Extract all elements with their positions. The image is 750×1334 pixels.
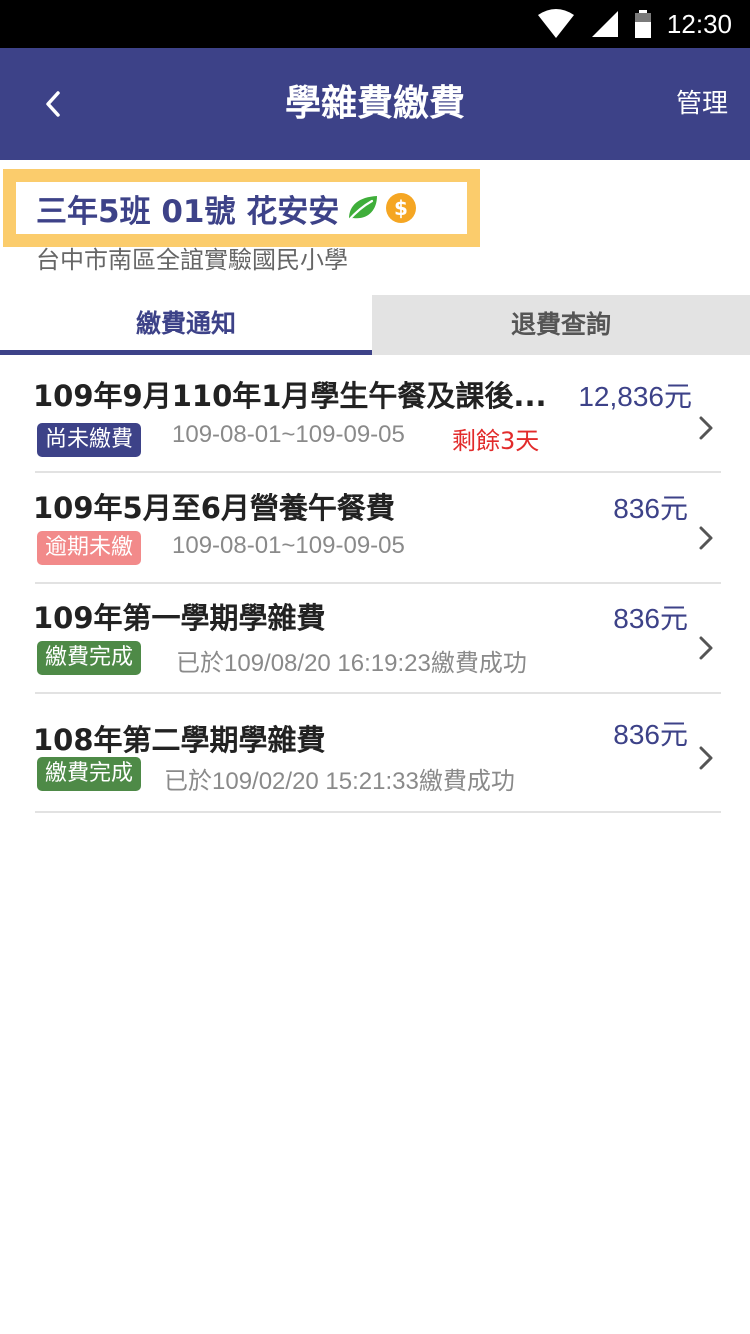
tab-payment-notice[interactable]: 繳費通知: [0, 295, 372, 355]
divider: [35, 471, 721, 473]
back-button[interactable]: [30, 76, 76, 132]
bill-date: 109-08-01~109-09-05: [172, 421, 405, 448]
status-badge: 繳費完成: [37, 641, 142, 675]
bill-date: 已於109/02/20 15:21:33繳費成功: [164, 768, 515, 795]
bill-amount: 836元: [613, 603, 688, 634]
student-name: 三年5班 01號 花安安: [36, 193, 340, 230]
bill-item[interactable]: 109年5月至6月營養午餐費 836元 逾期未繳 109-08-01~109-0…: [0, 475, 750, 585]
bill-date: 109-08-01~109-09-05: [172, 532, 405, 559]
wifi-icon: [537, 9, 574, 38]
divider: [35, 692, 721, 694]
bill-item[interactable]: 109年9月110年1月學生午餐及課後... 12,836元 尚未繳費 109-…: [0, 355, 750, 473]
signal-icon: [591, 11, 618, 37]
bill-date: 已於109/08/20 16:19:23繳費成功: [176, 650, 527, 677]
divider: [35, 811, 721, 813]
bill-amount: 836元: [613, 719, 688, 750]
status-badge: 繳費完成: [37, 757, 142, 791]
bill-amount: 836元: [613, 493, 688, 524]
bill-title: 108年第二學期學雜費: [33, 723, 326, 757]
bill-title: 109年9月110年1月學生午餐及課後...: [33, 379, 547, 413]
app-header: 學雜費繳費 管理: [0, 48, 750, 160]
remaining-days: 剩餘3天: [452, 427, 540, 455]
page-title: 學雜費繳費: [284, 83, 465, 124]
manage-button[interactable]: 管理: [676, 48, 728, 160]
chevron-right-icon: [699, 526, 713, 550]
tab-refund-query[interactable]: 退費查詢: [372, 295, 750, 355]
chevron-right-icon: [699, 416, 713, 440]
bill-amount: 12,836元: [578, 381, 692, 412]
status-bar: 12:30: [0, 0, 750, 48]
bill-item[interactable]: 108年第二學期學雜費 836元 繳費完成 已於109/02/20 15:21:…: [0, 695, 750, 813]
bill-item[interactable]: 109年第一學期學雜費 836元 繳費完成 已於109/08/20 16:19:…: [0, 585, 750, 695]
coin-icon: $: [386, 193, 417, 223]
status-time: 12:30: [666, 8, 732, 39]
bill-title: 109年5月至6月營養午餐費: [33, 491, 395, 525]
divider: [35, 582, 721, 584]
svg-text:$: $: [394, 196, 408, 220]
school-name: 台中市南區全誼實驗國民小學: [36, 246, 348, 274]
chevron-right-icon: [699, 636, 713, 660]
chevron-right-icon: [699, 746, 713, 770]
student-card[interactable]: 三年5班 01號 花安安 $: [3, 169, 480, 247]
chevron-left-icon: [46, 91, 60, 117]
leaf-icon: [347, 196, 378, 223]
tab-bar: 繳費通知 退費查詢: [0, 295, 750, 355]
bill-title: 109年第一學期學雜費: [33, 601, 326, 635]
status-badge: 逾期未繳: [37, 531, 142, 565]
status-badge: 尚未繳費: [37, 423, 142, 457]
battery-icon: [634, 10, 651, 38]
